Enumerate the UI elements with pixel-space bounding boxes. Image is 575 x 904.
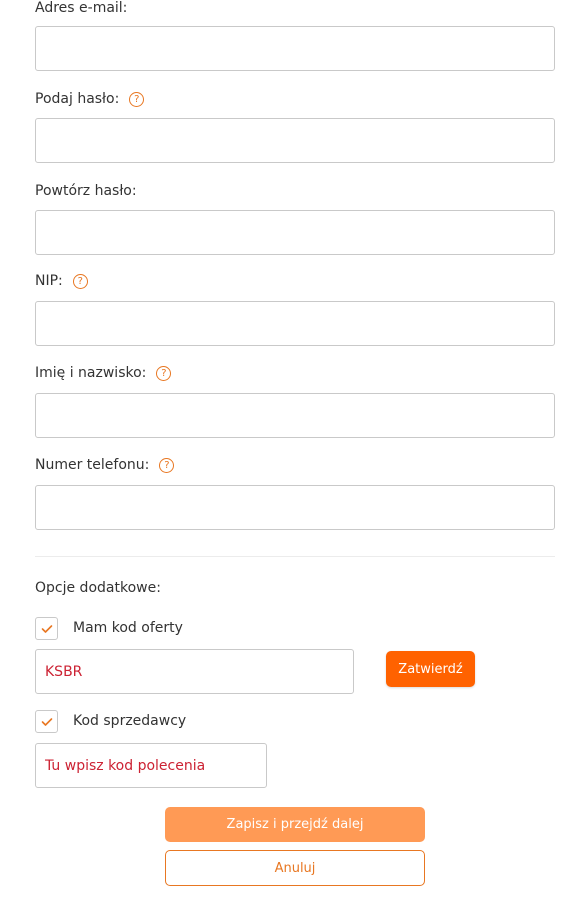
nip-field[interactable]	[35, 301, 555, 346]
full-name-label: Imię i nazwisko: ?	[35, 365, 172, 381]
password-repeat-input[interactable]	[36, 211, 554, 254]
offer-code-field[interactable]	[35, 649, 354, 694]
confirm-offer-code-button[interactable]: Zatwierdź	[386, 651, 475, 687]
section-divider	[35, 556, 555, 557]
password-field[interactable]	[35, 118, 555, 163]
seller-code-field[interactable]	[35, 743, 267, 788]
phone-label-text: Numer telefonu:	[35, 457, 150, 473]
password-repeat-label: Powtórz hasło:	[35, 183, 137, 199]
cancel-button[interactable]: Anuluj	[165, 850, 425, 886]
phone-label: Numer telefonu: ?	[35, 457, 175, 473]
extra-options-heading-text: Opcje dodatkowe:	[35, 580, 161, 596]
seller-code-input[interactable]	[45, 744, 266, 787]
help-icon[interactable]: ?	[72, 273, 88, 289]
offer-code-input[interactable]	[45, 650, 353, 693]
nip-label: NIP: ?	[35, 273, 88, 289]
password-label: Podaj hasło: ?	[35, 91, 145, 107]
help-icon[interactable]: ?	[129, 91, 145, 107]
extra-options-heading: Opcje dodatkowe:	[35, 580, 161, 596]
offer-code-checkbox-label[interactable]: Mam kod oferty	[73, 620, 183, 636]
offer-code-checkbox[interactable]	[35, 617, 58, 640]
phone-input[interactable]	[36, 486, 554, 529]
email-field[interactable]	[35, 26, 555, 71]
password-label-text: Podaj hasło:	[35, 91, 120, 107]
password-repeat-label-text: Powtórz hasło:	[35, 183, 137, 199]
password-repeat-field[interactable]	[35, 210, 555, 255]
help-icon[interactable]: ?	[159, 457, 175, 473]
nip-input[interactable]	[36, 302, 554, 345]
seller-code-checkbox-label[interactable]: Kod sprzedawcy	[73, 713, 186, 729]
full-name-input[interactable]	[36, 394, 554, 437]
save-and-continue-button[interactable]: Zapisz i przejdź dalej	[165, 807, 425, 842]
password-input[interactable]	[36, 119, 554, 162]
full-name-label-text: Imię i nazwisko:	[35, 365, 147, 381]
help-icon[interactable]: ?	[156, 365, 172, 381]
full-name-field[interactable]	[35, 393, 555, 438]
email-input[interactable]	[36, 27, 554, 70]
checkmark-icon	[41, 624, 52, 633]
email-label-text: Adres e-mail:	[35, 0, 128, 16]
nip-label-text: NIP:	[35, 273, 63, 289]
phone-field[interactable]	[35, 485, 555, 530]
email-label: Adres e-mail:	[35, 0, 127, 16]
seller-code-checkbox[interactable]	[35, 710, 58, 733]
checkmark-icon	[41, 717, 52, 726]
